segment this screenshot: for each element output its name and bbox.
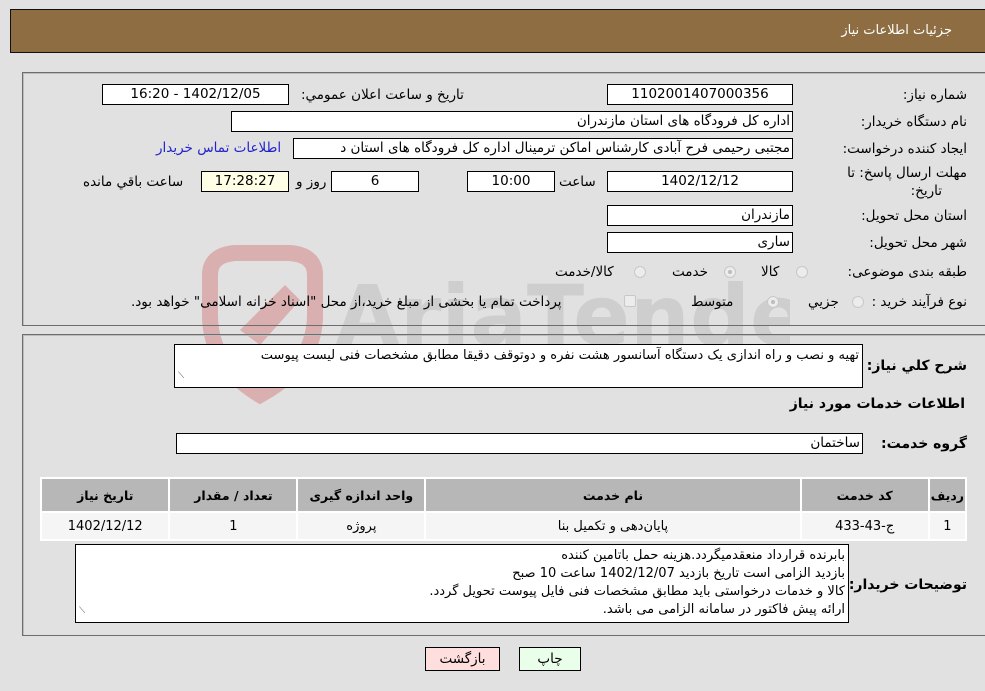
page-header: جزئيات اطلاعات نیاز xyxy=(10,9,985,53)
cell-need-date: 1402/12/12 xyxy=(39,511,171,541)
buyer-org-field: اداره کل فرودگاه های استان مازندران xyxy=(231,111,793,132)
cell-row-number: 1 xyxy=(927,511,968,541)
category-radio-service[interactable] xyxy=(724,266,736,278)
col-row-number: ردیف xyxy=(927,477,968,513)
services-section-title: اطلاعات خدمات مورد نیاز xyxy=(789,396,965,412)
category-option-service: خدمت xyxy=(672,264,708,280)
days-label: روز و xyxy=(296,174,327,190)
buyer-notes-line: کالا و خدمات درخواستی باید مطابق مشخصات … xyxy=(429,584,845,599)
service-group-field: ساختمان xyxy=(176,433,863,454)
service-group-label: گروه خدمت: xyxy=(881,436,967,452)
buyer-contact-link[interactable]: اطلاعات تماس خریدار xyxy=(156,140,281,156)
process-radio-minor[interactable] xyxy=(852,296,864,308)
process-option-minor: جزيي xyxy=(808,294,839,310)
description-text: تهیه و نصب و راه اندازی یک دستگاه آسانسو… xyxy=(260,348,859,363)
buyer-notes-label: توضیحات خریدار: xyxy=(848,577,967,593)
back-button[interactable]: بازگشت xyxy=(425,647,500,671)
col-unit: واحد اندازه گیری xyxy=(296,477,427,513)
delivery-province-field: مازندران xyxy=(607,205,793,226)
remaining-time-label: ساعت باقي مانده xyxy=(83,174,184,190)
need-number-label: شماره نیاز: xyxy=(902,87,967,103)
treasury-checkbox-label: پرداخت تمام یا بخشی از مبلغ خرید،از محل … xyxy=(131,294,562,310)
resize-grip-icon[interactable]: ⟋ xyxy=(79,602,85,620)
need-number-field: 1102001407000356 xyxy=(607,84,793,105)
announce-datetime-label: تاریخ و ساعت اعلان عمومي: xyxy=(301,87,464,103)
deadline-time-field: 10:00 xyxy=(467,171,555,192)
category-radio-goods[interactable] xyxy=(796,266,808,278)
requester-label: ایجاد کننده درخواست: xyxy=(842,141,967,157)
buyer-notes-textarea[interactable]: بابرنده قرارداد منعقدمیگردد.هزینه حمل با… xyxy=(75,544,849,623)
deadline-label: مهلت ارسال پاسخ: تا xyxy=(847,165,967,181)
requester-field: مجتبی رحیمی فرح آبادی کارشناس اماکن ترمی… xyxy=(293,138,793,159)
description-label: شرح کلي نیاز: xyxy=(866,358,967,374)
resize-grip-icon[interactable]: ⟋ xyxy=(178,367,184,385)
col-service-code: کد خدمت xyxy=(799,477,930,513)
category-radio-goods-service[interactable] xyxy=(634,266,646,278)
purchase-process-label: نوع فرآیند خرید : xyxy=(871,294,967,310)
delivery-city-label: شهر محل تحویل: xyxy=(869,235,967,251)
cell-quantity: 1 xyxy=(168,511,299,541)
announce-datetime-field: 1402/12/05 - 16:20 xyxy=(102,84,289,105)
buyer-org-label: نام دستگاه خریدار: xyxy=(860,114,967,130)
category-option-goods-service: کالا/خدمت xyxy=(555,264,614,280)
col-service-name: نام خدمت xyxy=(424,477,802,513)
cell-unit: پروژه xyxy=(296,511,427,541)
delivery-city-field: ساری xyxy=(607,232,793,253)
buyer-notes-line: بابرنده قرارداد منعقدمیگردد.هزینه حمل با… xyxy=(561,548,845,563)
page-title: جزئيات اطلاعات نیاز xyxy=(841,23,952,38)
table-row: 1 ج-43-433 پایان‌دهی و تکمیل بنا پروژه 1… xyxy=(39,511,968,541)
services-table: ردیف کد خدمت نام خدمت واحد اندازه گیری ت… xyxy=(39,477,968,541)
col-quantity: تعداد / مقدار xyxy=(168,477,299,513)
deadline-date-field: 1402/12/12 xyxy=(607,171,793,192)
cell-service-code: ج-43-433 xyxy=(799,511,930,541)
category-label: طبقه بندی موضوعی: xyxy=(847,264,967,280)
deadline-time-label: ساعت xyxy=(559,174,596,190)
print-button[interactable]: چاپ xyxy=(519,647,581,671)
process-option-medium: متوسط xyxy=(691,294,734,310)
process-radio-medium[interactable] xyxy=(767,296,779,308)
delivery-province-label: استان محل تحویل: xyxy=(861,208,967,224)
deadline-label-date: تاریخ: xyxy=(910,183,942,199)
buyer-notes-line: بازدید الزامی است تاریخ بازدید 1402/12/0… xyxy=(512,566,845,581)
buyer-notes-line: ارائه پیش فاکتور در سامانه الزامی می باش… xyxy=(602,602,845,617)
treasury-checkbox[interactable] xyxy=(624,295,636,307)
description-textarea[interactable]: تهیه و نصب و راه اندازی یک دستگاه آسانسو… xyxy=(174,344,863,388)
cell-service-name: پایان‌دهی و تکمیل بنا xyxy=(424,511,802,541)
category-option-goods: کالا xyxy=(761,264,780,280)
remaining-time-field: 17:28:27 xyxy=(201,171,289,192)
services-table-header: ردیف کد خدمت نام خدمت واحد اندازه گیری ت… xyxy=(39,477,968,513)
remaining-days-field: 6 xyxy=(331,171,419,192)
col-need-date: تاریخ نیاز xyxy=(39,477,171,513)
